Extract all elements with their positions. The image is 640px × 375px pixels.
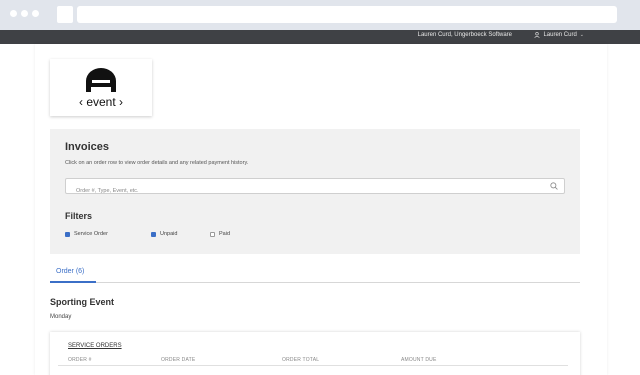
address-bar[interactable] (77, 6, 617, 23)
event-logo-mark (86, 68, 116, 92)
checkbox-unpaid[interactable] (151, 231, 156, 237)
invoices-panel: Invoices Click on an order row to view o… (50, 129, 580, 254)
checkbox-service-order[interactable] (65, 231, 70, 237)
search-box (65, 178, 565, 198)
filter-paid[interactable]: Paid (210, 231, 230, 237)
filter-label: Service Order (74, 231, 108, 237)
logo-text: ‹ event › (78, 95, 123, 109)
tab-divider (50, 282, 580, 283)
user-name: Lauren Curd (543, 32, 577, 38)
column-header-order-date[interactable]: ORDER DATE (161, 357, 195, 363)
window-dot[interactable] (10, 10, 17, 17)
service-orders-link[interactable]: SERVICE ORDERS (68, 343, 122, 349)
organization-name: Lauren Curd, Ungerboeck Software (417, 32, 512, 38)
invoices-title: Invoices (65, 141, 110, 153)
event-title: Sporting Event (50, 297, 115, 307)
filter-unpaid[interactable]: Unpaid (151, 231, 177, 237)
window-controls (10, 10, 39, 17)
browser-chrome (0, 0, 640, 30)
browser-tab[interactable] (57, 6, 73, 23)
chevron-down-icon: ⌄ (579, 32, 584, 38)
checkbox-paid[interactable] (210, 231, 215, 237)
top-navigation: Lauren Curd, Ungerboeck Software Lauren … (0, 30, 640, 44)
user-menu[interactable]: Lauren Curd ⌄ (534, 32, 584, 38)
tab-order[interactable]: Order (6) (50, 268, 90, 275)
filter-label: Paid (219, 231, 231, 237)
column-header-amount-due[interactable]: AMOUNT DUE (401, 357, 437, 363)
service-orders-card: SERVICE ORDERS ORDER # ORDER DATE ORDER … (50, 332, 580, 375)
user-icon (534, 32, 541, 38)
window-dot[interactable] (21, 10, 28, 17)
table-header-divider (58, 365, 568, 366)
event-logo: ‹ event › (50, 59, 152, 116)
search-input[interactable] (66, 184, 526, 198)
filters-title: Filters (65, 211, 93, 221)
event-day: Monday (50, 314, 72, 320)
page-content: ‹ event › Invoices Click on an order row… (35, 44, 607, 375)
column-header-order-number[interactable]: ORDER # (68, 357, 92, 363)
search-icon[interactable] (550, 182, 558, 190)
active-tab-indicator (50, 281, 96, 283)
window-dot[interactable] (32, 10, 39, 17)
column-header-order-total[interactable]: ORDER TOTAL (282, 357, 319, 363)
filter-label: Unpaid (160, 231, 178, 237)
invoices-subtitle: Click on an order row to view order deta… (65, 160, 249, 166)
filter-service-order[interactable]: Service Order (65, 231, 108, 237)
